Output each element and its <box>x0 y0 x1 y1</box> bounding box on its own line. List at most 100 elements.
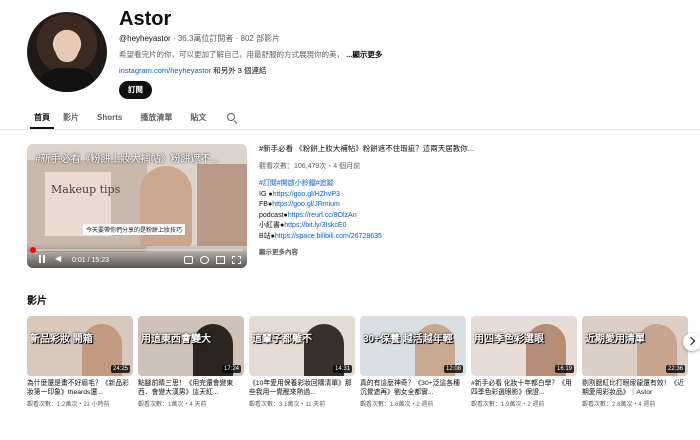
description-url[interactable]: https://reurl.cc/9OlzAn <box>288 212 357 219</box>
videos-shelf-title[interactable]: 影片 <box>27 292 47 307</box>
featured-description: #訂閱#開啟小鈴鐺#追蹤 IG ●https://goo.gl/HZhvP3 FB●… <box>259 179 679 242</box>
closeup-figure <box>197 164 247 246</box>
video-thumbnail[interactable]: 用這東西會變大 17:24 <box>138 316 244 376</box>
channel-subscribers: 36.3萬位訂閱者 <box>177 34 234 43</box>
video-card[interactable]: 近期愛用清單 22:36 剔割腮紅比打眼尿龍還有效！《近期愛用彩妝品》｜Astor 觀… <box>582 316 688 408</box>
player-right-controls <box>184 256 241 264</box>
video-stats: 觀看次數：1.9萬次・2 週前 <box>471 402 545 408</box>
description-line-label: 小紅書● <box>259 222 285 229</box>
videos-shelf: 新品彩妝 開箱 24:25 為什麼還是畫不好眉毛？《新品彩妝第一印象》theards… <box>27 316 688 426</box>
fullscreen-icon[interactable] <box>232 256 241 264</box>
tab-playlists[interactable]: 播放清單 <box>131 109 181 129</box>
tab-home[interactable]: 首頁 <box>30 109 54 129</box>
featured-stats: 觀看次數：106,479次・4 個月前 <box>259 162 361 170</box>
video-duration: 14:31 <box>332 365 352 373</box>
video-thumbnail[interactable]: 新品彩妝 開箱 24:25 <box>27 316 133 376</box>
description-line-label: podcast● <box>259 211 288 219</box>
featured-show-more[interactable]: 顯示更多內容 <box>259 248 679 259</box>
video-stats: 觀看次數：2.8萬次・4 週前 <box>582 402 656 408</box>
makeup-card-text: Makeup tips <box>51 183 121 196</box>
video-duration: 17:24 <box>221 365 241 373</box>
show-more-link[interactable]: ...顯示更多 <box>346 50 382 59</box>
channel-meta: @heyheyastor · 36.3萬位訂閱者 · 802 部影片 <box>119 33 280 44</box>
description-line: IG ●https://goo.gl/HZhvP3 <box>259 190 679 201</box>
channel-video-count: 802 部影片 <box>240 34 281 43</box>
channel-description[interactable]: 希望看完片的你，可以更加了解自己，用最舒服的方式展現你的美， ...顯示更多 <box>119 49 382 60</box>
video-duration: 16:19 <box>554 365 574 373</box>
description-url[interactable]: https://space.bilibili.com/26728635 <box>275 233 382 240</box>
tab-posts[interactable]: 貼文 <box>181 109 215 129</box>
volume-icon[interactable]: ◀ <box>55 255 63 263</box>
video-title[interactable]: 點腳前睛三思！《用完還會變東西．會變大漢男》這天紅... <box>138 379 244 397</box>
video-card[interactable]: 30+保養 越活越年輕 12:08 真的有這麼神奇？《30+泛這各種沉覺遮再》劉女全… <box>360 316 466 408</box>
video-thumbnail[interactable]: 用四季色彩選眼 16:19 <box>471 316 577 376</box>
description-line: FB●https://goo.gl/JRmium <box>259 200 679 211</box>
progress-bar[interactable] <box>31 249 243 251</box>
player-time: 0:01 / 15:23 <box>72 257 109 264</box>
description-line: podcast●https://reurl.cc/9OlzAn <box>259 211 679 222</box>
description-line-label: FB● <box>259 201 273 208</box>
description-url[interactable]: https://goo.gl/HZhvP3 <box>273 191 340 198</box>
video-card[interactable]: 這輩子都離不 14:31 《10年愛用保養彩妝回購清單》那些我用一覺醒來熱過... 觀… <box>249 316 355 408</box>
video-thumbnail[interactable]: 近期愛用清單 22:36 <box>582 316 688 376</box>
hashtag-links[interactable]: #訂閱#開啟小鈴鐺#追蹤 <box>259 180 334 187</box>
video-card[interactable]: 用四季色彩選眼 16:19 #新手必看 化妝十年都白學？《用四季色彩選眼影》保證..… <box>471 316 577 408</box>
video-stats: 觀看次數：1.6萬次・2 週前 <box>360 402 434 408</box>
channel-handle: @heyheyastor <box>119 34 171 43</box>
video-stats: 觀看次數：3.1萬次・11 天前 <box>249 402 326 408</box>
video-duration: 12:08 <box>443 365 463 373</box>
more-links[interactable]: 和另外 3 個連結 <box>213 66 266 75</box>
settings-icon[interactable] <box>200 256 209 264</box>
scrubber-handle[interactable] <box>30 247 36 253</box>
video-title[interactable]: #新手必看 化妝十年都白學？《用四季色彩選眼影》保證... <box>471 379 577 397</box>
video-card[interactable]: 新品彩妝 開箱 24:25 為什麼還是畫不好眉毛？《新品彩妝第一印象》theards… <box>27 316 133 408</box>
thumbnail-overlay-text: 近期愛用清單 <box>585 334 645 345</box>
video-title[interactable]: 為什麼還是畫不好眉毛？《新品彩妝第一印象》theards還... <box>27 379 133 397</box>
channel-links: instagram.com/heyheyastor 和另外 3 個連結 <box>119 65 267 76</box>
video-title[interactable]: 剔割腮紅比打眼尿龍還有效！《近期愛用彩妝品》｜Astor <box>582 379 688 397</box>
video-thumbnail[interactable]: 30+保養 越活越年輕 12:08 <box>360 316 466 376</box>
player-overlay-title: #新手必看《粉餅上妝大補帖》粉餅遮不... <box>35 154 219 165</box>
miniplayer-icon[interactable] <box>216 256 225 264</box>
thumbnail-overlay-text: 用四季色彩選眼 <box>474 334 544 345</box>
video-title[interactable]: 《10年愛用保養彩妝回購清單》那些我用一覺醒來熱過... <box>249 379 355 397</box>
subscribe-button[interactable]: 訂閱 <box>119 81 152 99</box>
featured-title[interactable]: #新手必看 《粉餅上妝大補帖》粉餅遮不住瑕疵？這兩天居教你... <box>259 144 679 155</box>
video-stats: 觀看次數：1.2萬次・21 小時前 <box>27 402 110 408</box>
tab-videos[interactable]: 影片 <box>54 109 88 129</box>
video-duration: 24:25 <box>110 365 130 373</box>
video-stats: 觀看次數：1萬次・4 天前 <box>138 402 207 408</box>
tabs-divider <box>0 129 700 130</box>
description-url[interactable]: https://bit.ly/3IskcE0 <box>284 222 346 229</box>
search-icon[interactable] <box>225 109 239 129</box>
thumbnail-overlay-text: 新品彩妝 開箱 <box>30 334 93 345</box>
avatar-face <box>55 30 79 62</box>
tab-shorts[interactable]: Shorts <box>88 109 131 129</box>
cc-icon[interactable] <box>184 256 193 264</box>
player-caption: 今天要帶你們分享的是粉餅上妝技巧 <box>83 224 186 235</box>
featured-video-player[interactable]: Makeup tips #新手必看《粉餅上妝大補帖》粉餅遮不... 今天要帶你們… <box>27 144 247 268</box>
search-handle <box>233 120 238 125</box>
pause-icon[interactable] <box>39 255 45 263</box>
video-duration: 22:36 <box>665 365 685 373</box>
description-line-label: B站● <box>259 232 275 240</box>
description-line-label: IG ● <box>259 190 273 198</box>
video-title[interactable]: 真的有這麼神奇？《30+泛這各種沉覺遮再》劉女全都實... <box>360 379 466 397</box>
description-url[interactable]: https://goo.gl/JRmium <box>272 201 340 208</box>
description-text: 希望看完片的你，可以更加了解自己，用最舒服的方式展現你的美， <box>119 50 344 59</box>
avatar-body <box>39 68 95 92</box>
shelf-next-button[interactable] <box>683 333 700 351</box>
thumbnail-overlay-text: 這輩子都離不 <box>252 334 312 345</box>
channel-avatar[interactable] <box>27 12 107 92</box>
description-line: 小紅書●https://bit.ly/3IskcE0 <box>259 221 679 232</box>
video-card[interactable]: 用這東西會變大 17:24 點腳前睛三思！《用完還會變東西．會變大漢男》這天紅...… <box>138 316 244 408</box>
channel-name: Astor <box>119 8 172 30</box>
channel-tabs: 首頁 影片 Shorts 播放清單 貼文 <box>30 109 239 129</box>
description-line: #訂閱#開啟小鈴鐺#追蹤 <box>259 179 679 190</box>
video-thumbnail[interactable]: 這輩子都離不 14:31 <box>249 316 355 376</box>
thumbnail-overlay-text: 30+保養 越活越年輕 <box>363 334 453 345</box>
instagram-link[interactable]: instagram.com/heyheyastor <box>119 66 211 75</box>
featured-video-info: #新手必看 《粉餅上妝大補帖》粉餅遮不住瑕疵？這兩天居教你... 觀看次數：10… <box>259 144 679 259</box>
thumbnail-overlay-text: 用這東西會變大 <box>141 334 211 345</box>
description-line: B站●https://space.bilibili.com/26728635 <box>259 232 679 243</box>
